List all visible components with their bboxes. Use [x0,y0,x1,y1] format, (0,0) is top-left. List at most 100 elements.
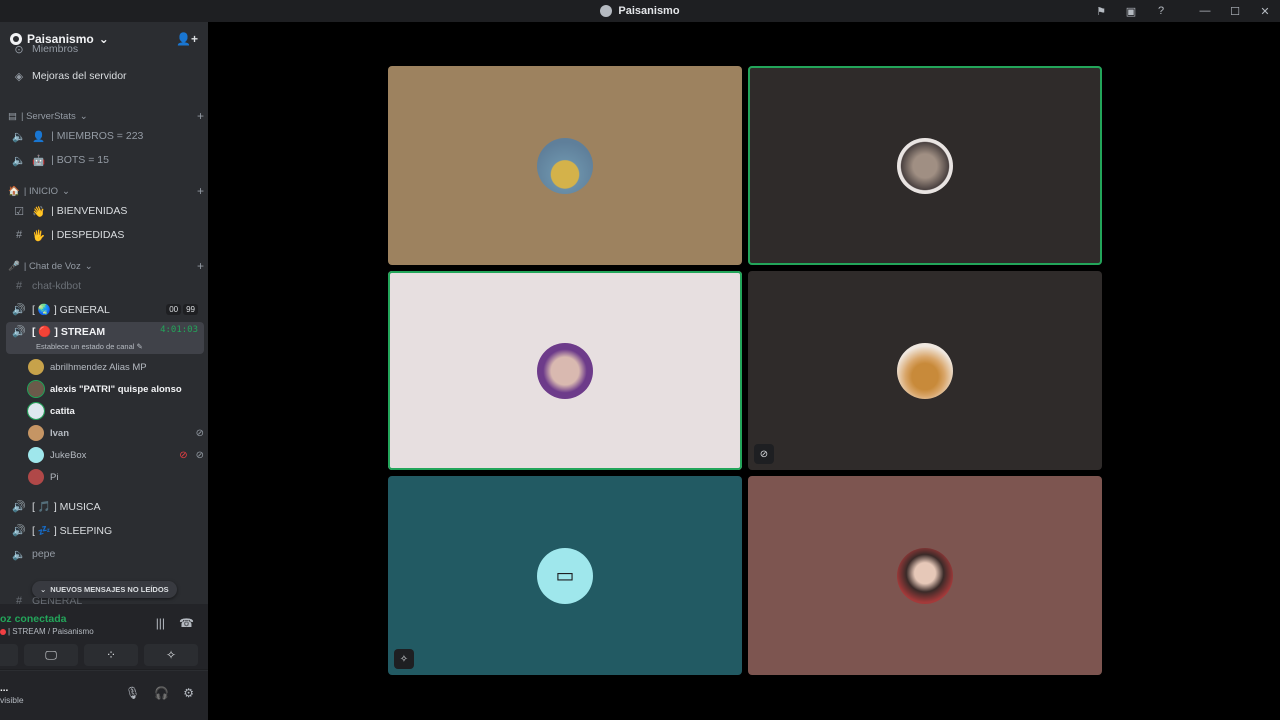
channel-chat-kdbot[interactable]: # chat-kdbot [6,275,204,297]
add-channel-icon[interactable]: + [197,259,204,273]
channel-status[interactable]: Establece un estado de canal ✎ [36,342,143,351]
avatar [897,547,953,604]
activities-icon: ⁘ [105,648,117,662]
channel-stream[interactable]: 🔊 [ 🔴 ] STREAM 4:01:03 Establece un esta… [6,322,204,354]
voice-user[interactable]: alexis "PATRI" quispe alonso [27,379,204,399]
channel-miembros-partial[interactable]: ⊙ Miembros [6,42,204,56]
avatar [537,137,593,194]
help-icon[interactable]: ? [1146,0,1176,22]
minimize-button[interactable]: — [1190,0,1220,22]
voice-channel-path[interactable]: | STREAM / Paisanismo [0,627,94,636]
locked-speaker-icon: 🔈 [12,130,26,143]
avatar [897,137,953,194]
voice-user[interactable]: abrilhmendez Alias MP [28,357,204,377]
avatar [27,402,45,420]
rules-icon: ☑ [14,205,24,218]
user-name[interactable]: ... [0,683,8,694]
category-chat-de-voz[interactable]: 🎤 | Chat de Voz ⌄ + [8,258,204,274]
speaker-icon: 🔊 [12,524,26,537]
avatar [897,342,953,399]
channel-general[interactable]: 🔊 [ 🌏 ] GENERAL 00 99 [6,298,204,320]
house-icon: 🏠 [8,185,20,197]
gear-icon[interactable]: ⚙ [183,686,194,700]
person-icon: 👤 [32,130,46,143]
hashtag-icon: # [15,229,23,241]
participant-tile[interactable] [748,476,1102,675]
soundboard-icon: ✧ [165,648,177,662]
screen-share-icon: 🖵 [45,647,57,662]
stream-timer: 4:01:03 [160,325,198,335]
locked-speaker-icon: 🔈 [12,548,26,561]
participant-tile[interactable]: ▭ ✧ [388,476,742,675]
robot-icon: 🤖 [32,154,46,167]
user-panel: ... visible 🎙 🎧 ⚙ [0,671,208,720]
participant-tile[interactable]: ⊘ [748,271,1102,470]
cassette-icon: ▭ [555,565,575,587]
deafened-icon: ⊘ [195,449,204,461]
voice-user[interactable]: catita [27,401,204,421]
channel-bienvenidas[interactable]: ☑ 👋 | BIENVENIDAS [6,200,204,222]
chevron-down-icon: ⌄ [61,185,70,197]
voice-call-grid: ⊘ ▭ ✧ [208,22,1280,720]
speaker-icon: 🔊 [12,303,26,316]
people-icon: ⊙ [14,43,24,56]
disconnect-icon[interactable]: ☎ [179,616,194,630]
voice-user[interactable]: Ivan ⊘ [28,423,204,443]
participant-tile[interactable] [388,271,742,470]
flag-icon[interactable]: ⚑ [1086,0,1116,22]
channel-musica[interactable]: 🔊 [ 🎵 ] MUSICA [6,495,204,517]
voice-user[interactable]: Pi [28,467,204,487]
muted-mic-icon: ⊘ [195,427,204,439]
channel-sleeping[interactable]: 🔊 [ 💤 ] SLEEPING [6,519,204,541]
close-button[interactable]: ✕ [1250,0,1280,22]
channel-pepe[interactable]: 🔈 pepe [6,543,204,565]
voice-user[interactable]: JukeBox ⊘ ⊘ [28,445,204,465]
boost-icon: ◈ [14,70,24,83]
inbox-icon[interactable]: ▣ [1116,0,1146,22]
server-muted-icon: ✧ [394,649,414,669]
avatar [27,380,45,398]
window-title: Paisanismo [600,5,680,17]
add-channel-icon[interactable]: + [197,184,204,198]
avatar [28,425,44,441]
server-boost[interactable]: ◈ Mejoras del servidor [6,65,204,87]
noise-suppression-icon[interactable]: ||| [156,616,165,630]
participant-tile[interactable] [388,66,742,265]
server-muted-icon: ⊘ [179,449,188,461]
avatar [28,469,44,485]
chevron-down-icon: ⌄ [84,260,93,272]
user-limit-badge: 00 99 [166,303,198,315]
pencil-icon: ✎ [136,342,143,351]
window-title-text: Paisanismo [618,5,680,17]
wave-icon: 👋 [32,205,46,218]
screen-share-button[interactable]: 🖵 [24,644,78,666]
activities-button[interactable]: ⁘ [84,644,138,666]
soundboard-button[interactable]: ✧ [144,644,198,666]
maximize-button[interactable]: ☐ [1220,0,1250,22]
channel-miembros[interactable]: 🔈 👤 | MIEMBROS = 223 [6,125,204,147]
add-channel-icon[interactable]: + [197,109,204,123]
camera-button[interactable] [0,644,18,666]
category-inicio[interactable]: 🏠 | INICIO ⌄ + [8,183,204,199]
participant-tile[interactable] [748,66,1102,265]
hashtag-icon: # [15,280,23,292]
microphone-icon[interactable]: 🎙 [125,686,140,700]
live-dot-icon [0,628,6,635]
voice-connected-label[interactable]: oz conectada [0,613,67,625]
title-bar: Paisanismo ⚑ ▣ ? — ☐ ✕ [0,0,1280,22]
avatar [28,359,44,375]
headphones-icon[interactable]: 🎧 [154,686,169,700]
avatar [28,447,44,463]
channel-bots[interactable]: 🔈 🤖 | BOTS = 15 [6,149,204,171]
avatar [537,342,593,399]
speaker-icon: 🔊 [12,500,26,513]
muted-mic-icon: ⊘ [754,444,774,464]
avatar: ▭ [537,547,593,604]
chart-icon: ▤ [8,110,17,122]
microphone-icon: 🎤 [8,260,20,272]
channel-despedidas[interactable]: # 🖐 | DESPEDIDAS [6,224,204,246]
category-serverstats[interactable]: ▤ | ServerStats ⌄ + [8,108,204,124]
new-messages-pill[interactable]: ⌄ NUEVOS MENSAJES NO LEÍDOS [32,581,177,598]
server-avatar-icon [600,5,613,17]
chevron-down-icon: ⌄ [79,110,88,122]
